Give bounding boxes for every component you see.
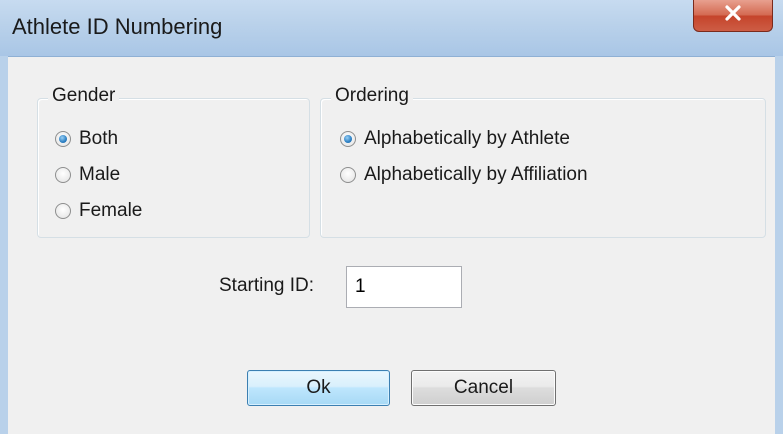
- radio-gender-male[interactable]: Male: [55, 164, 120, 186]
- radio-button-selected[interactable]: [55, 131, 71, 147]
- window-title: Athlete ID Numbering: [12, 14, 223, 39]
- gender-group-legend: Gender: [48, 85, 120, 107]
- close-button[interactable]: [693, 0, 773, 32]
- radio-ordering-affiliation[interactable]: Alphabetically by Affiliation: [340, 164, 588, 186]
- radio-gender-both[interactable]: Both: [55, 128, 118, 150]
- radio-label: Male: [79, 164, 121, 185]
- radio-button-selected[interactable]: [340, 131, 356, 147]
- ordering-group-legend: Ordering: [331, 85, 413, 107]
- close-icon: [724, 5, 742, 26]
- ok-button[interactable]: Ok: [247, 370, 390, 406]
- window-frame-left: [0, 56, 8, 434]
- window-frame-right: [775, 56, 783, 434]
- radio-button[interactable]: [55, 167, 71, 183]
- title-bar[interactable]: Athlete ID Numbering: [0, 0, 783, 57]
- radio-button[interactable]: [55, 203, 71, 219]
- radio-label: Female: [79, 200, 143, 221]
- cancel-button-label: Cancel: [453, 377, 514, 398]
- starting-id-input[interactable]: [346, 266, 462, 308]
- radio-button[interactable]: [340, 167, 356, 183]
- starting-id-label: Starting ID:: [219, 275, 315, 296]
- radio-label: Alphabetically by Athlete: [364, 128, 570, 149]
- radio-gender-female[interactable]: Female: [55, 200, 142, 222]
- cancel-button[interactable]: Cancel: [411, 370, 556, 406]
- ok-button-label: Ok: [306, 377, 331, 398]
- radio-label: Both: [79, 128, 119, 149]
- radio-ordering-athlete[interactable]: Alphabetically by Athlete: [340, 128, 570, 150]
- radio-label: Alphabetically by Affiliation: [364, 164, 588, 185]
